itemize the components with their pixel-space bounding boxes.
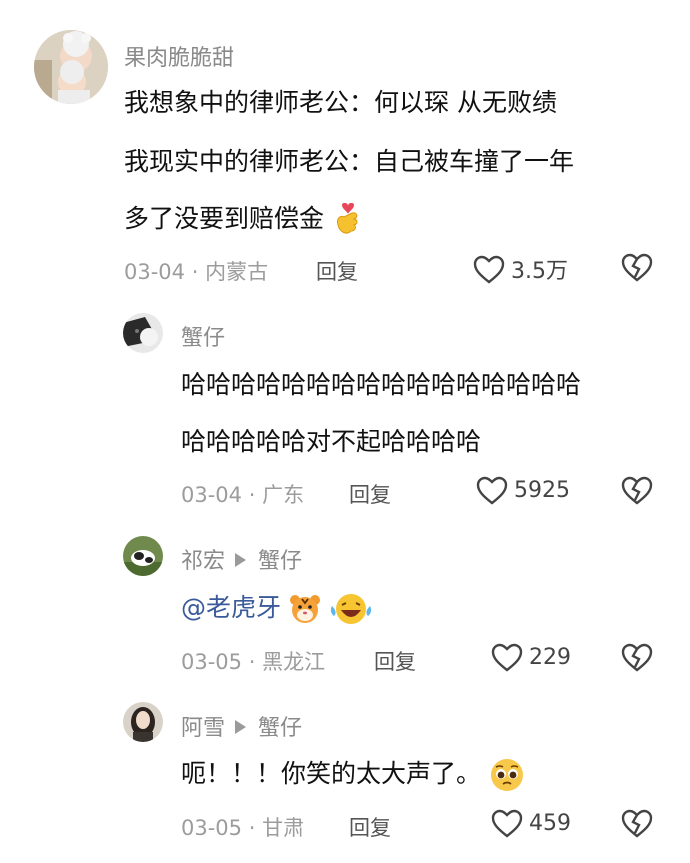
comment-username-line: 祁宏 蟹仔 [181,543,302,575]
girl-photo-avatar-icon [123,702,163,742]
comment-location: 甘肃 [262,816,305,840]
dislike-button[interactable] [621,809,653,842]
avatar[interactable] [123,313,163,353]
heart-outline-icon [476,476,508,505]
comment-text-line-3: 多了没要到赔偿金 [124,190,362,248]
reply-to-username[interactable]: 蟹仔 [258,549,302,574]
comment-username[interactable]: 祁宏 [181,549,225,574]
baby-photo-avatar-icon [34,30,108,104]
comment-text-line-1: @老虎牙 [181,579,373,637]
comment-date: 03-04 [181,483,243,507]
comment-username[interactable]: 果肉脆脆甜 [124,40,234,72]
like-button[interactable]: 5925 [476,476,570,505]
comment-username[interactable]: 阿雪 [181,716,225,741]
broken-heart-icon [621,476,653,505]
comment-username[interactable]: 蟹仔 [181,320,225,352]
avatar[interactable] [123,702,163,742]
meta-separator: · [191,260,199,284]
laughing-tears-emoji-icon [330,594,372,624]
dislike-button[interactable] [621,643,653,676]
comment-text-content: 呃！！！你笑的太大声了。 [181,759,482,788]
broken-heart-icon [621,643,653,672]
reply-arrow-icon [235,720,247,734]
dislike-button[interactable] [621,253,653,286]
pleading-face-emoji-icon [490,759,523,791]
meta-separator: · [248,483,256,507]
comment-meta: 03-04 · 广东 [181,479,304,509]
reply-arrow-icon [235,553,247,567]
comment-text-line-3-content: 多了没要到赔偿金 [124,204,325,233]
comment-location: 黑龙江 [262,650,326,674]
like-button[interactable]: 229 [491,643,571,672]
finger-heart-emoji-icon [336,203,358,234]
heart-outline-icon [491,643,523,672]
reply-button[interactable]: 回复 [349,479,391,509]
comment-text-line-2: 我现实中的律师老公：自己被车撞了一年 [124,147,575,176]
dislike-button[interactable] [621,476,653,509]
comment-text-line-2: 哈哈哈哈哈对不起哈哈哈哈 [181,427,482,456]
comment-text-line-1: 我想象中的律师老公：何以琛 从无败绩 [124,88,557,117]
comment-meta: 03-05 · 甘肃 [181,812,304,842]
reply-button[interactable]: 回复 [316,256,358,286]
comment-date: 03-05 [181,650,243,674]
like-count: 459 [529,811,571,836]
comment-date: 03-05 [181,816,243,840]
heart-outline-icon [491,809,523,838]
reply-to-username[interactable]: 蟹仔 [258,716,302,741]
comment-text-line-1: 哈哈哈哈哈哈哈哈哈哈哈哈哈哈哈哈 [181,370,582,399]
comment-location: 广东 [262,483,305,507]
broken-heart-icon [621,809,653,838]
like-button[interactable]: 459 [491,809,571,838]
comment-meta: 03-04 · 内蒙古 [124,256,268,286]
comment-text-line-1: 呃！！！你笑的太大声了。 [181,745,525,803]
meta-separator: · [248,650,256,674]
comment-username-line: 阿雪 蟹仔 [181,710,302,742]
avatar[interactable] [34,30,108,104]
comment-date: 03-04 [124,260,186,284]
cat-photo-avatar-icon [123,313,163,353]
tiger-emoji-icon [289,595,320,623]
like-count: 3.5万 [511,259,568,284]
reply-button[interactable]: 回复 [374,646,416,676]
broken-heart-icon [621,253,653,282]
comment-meta: 03-05 · 黑龙江 [181,646,325,676]
avatar[interactable] [123,536,163,576]
meta-separator: · [248,816,256,840]
comment-location: 内蒙古 [205,260,269,284]
mention-link[interactable]: @老虎牙 [181,593,281,622]
cow-photo-avatar-icon [123,536,163,576]
like-count: 5925 [514,478,570,503]
like-count: 229 [529,645,571,670]
heart-outline-icon [473,255,505,284]
reply-button[interactable]: 回复 [349,812,391,842]
like-button[interactable]: 3.5万 [473,253,568,285]
